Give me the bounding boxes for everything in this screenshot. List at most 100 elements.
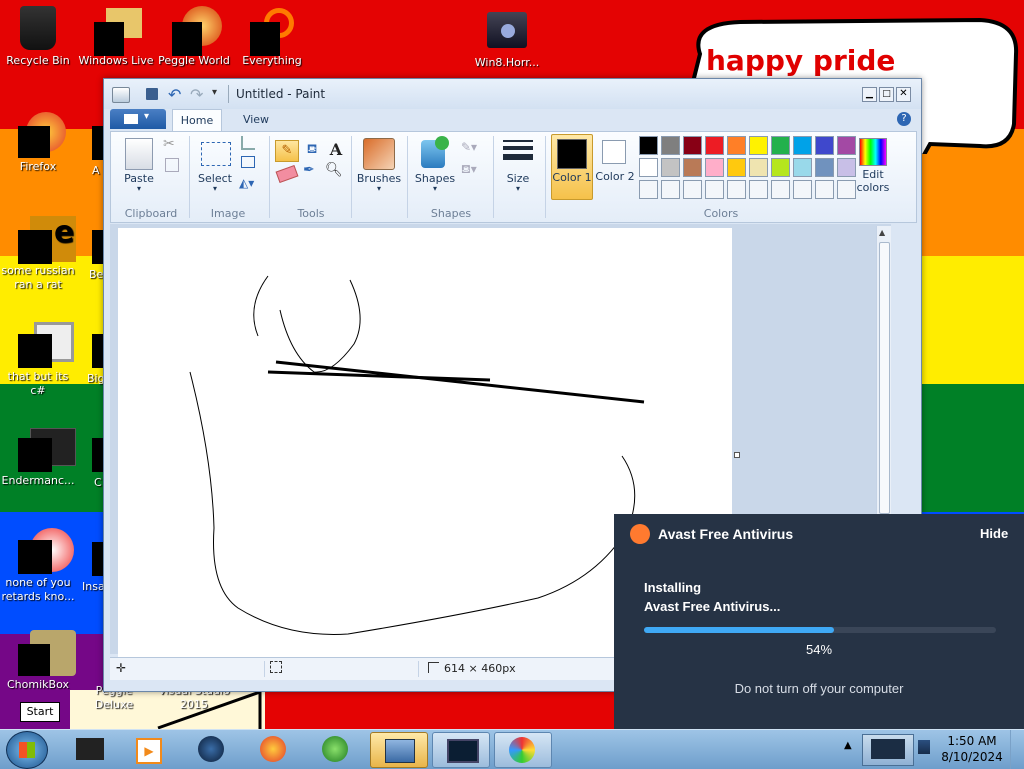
selection-size-icon [270, 661, 282, 673]
crop-icon[interactable] [241, 136, 255, 150]
palette-swatch[interactable] [727, 136, 746, 155]
palette-swatch[interactable] [771, 158, 790, 177]
palette-swatch[interactable] [639, 180, 658, 199]
taskbar-globe[interactable] [184, 732, 240, 766]
partial-label: Be [89, 268, 104, 281]
redo-icon[interactable]: ↷ [190, 85, 203, 104]
taskbar-monitor[interactable] [432, 732, 490, 768]
palette-swatch[interactable] [639, 158, 658, 177]
tab-view[interactable]: View [232, 109, 280, 131]
save-icon[interactable] [146, 88, 158, 100]
windows-live-icon[interactable]: Windows Live [78, 6, 154, 68]
palette-swatch[interactable] [661, 158, 680, 177]
rotate-icon[interactable]: ◭▾ [239, 176, 254, 190]
magnifier-icon[interactable]: 🔍︎ [325, 162, 343, 178]
shapes-button[interactable]: Shapes ▾ [413, 136, 457, 198]
palette-swatch[interactable] [683, 158, 702, 177]
resize-icon[interactable] [241, 156, 255, 168]
russian-rat-icon[interactable]: e some russian ran a rat [0, 216, 76, 292]
taskbar-download-manager[interactable] [308, 732, 364, 766]
palette-swatch[interactable] [749, 136, 768, 155]
tray-expand-icon[interactable]: ▲ [844, 740, 852, 751]
palette-swatch[interactable] [837, 136, 856, 155]
palette-swatch[interactable] [793, 180, 812, 199]
show-desktop-button[interactable] [1010, 730, 1024, 769]
avast-hide-button[interactable]: Hide [980, 526, 1008, 541]
outline-icon[interactable]: ✎▾ [461, 140, 477, 154]
taskbar-media-player[interactable]: ▶ [120, 732, 176, 766]
palette-swatch[interactable] [771, 180, 790, 199]
palette-swatch[interactable] [815, 158, 834, 177]
palette-swatch[interactable] [815, 136, 834, 155]
palette-swatch[interactable] [705, 158, 724, 177]
cut-icon[interactable]: ✂ [163, 136, 175, 152]
none-of-you-icon[interactable]: none of you retards kno... [0, 528, 76, 604]
avast-notification[interactable]: Avast Free Antivirus Hide Installing Ava… [614, 514, 1024, 729]
text-tool-icon[interactable]: A [325, 140, 347, 160]
size-button[interactable]: Size ▾ [497, 136, 539, 198]
palette-swatch[interactable] [749, 180, 768, 199]
palette-swatch[interactable] [661, 180, 680, 199]
paint-menu-button[interactable]: ▾ [110, 109, 166, 129]
palette-swatch[interactable] [683, 180, 702, 199]
peggle-world-icon[interactable]: Peggle World [156, 6, 232, 68]
clock-date[interactable]: 8/10/2024 [940, 750, 1004, 764]
taskbar-app-black[interactable] [62, 732, 118, 766]
chomikbox-icon[interactable]: ChomikBox [0, 630, 76, 692]
taskbar-firefox[interactable] [246, 732, 302, 766]
palette-swatch[interactable] [727, 180, 746, 199]
maximize-button[interactable]: □ [879, 87, 894, 102]
undo-icon[interactable]: ↶ [168, 85, 181, 104]
vertical-scrollbar[interactable]: ▲ [876, 226, 891, 516]
color2-button[interactable]: Color 2 [595, 134, 635, 198]
copy-icon[interactable] [165, 158, 179, 172]
tab-home[interactable]: Home [172, 109, 222, 132]
palette-swatch[interactable] [727, 158, 746, 177]
palette-swatch[interactable] [705, 180, 724, 199]
minimize-button[interactable]: ▁ [862, 87, 877, 102]
paint-app-icon[interactable] [112, 87, 130, 103]
help-icon[interactable]: ? [897, 112, 911, 126]
palette-swatch[interactable] [639, 136, 658, 155]
edit-colors-button[interactable]: Edit colors [855, 136, 891, 198]
canvas-resize-handle[interactable] [734, 452, 740, 458]
palette-swatch[interactable] [771, 136, 790, 155]
close-button[interactable]: ✕ [896, 87, 911, 102]
tray-app-icon[interactable] [862, 734, 914, 766]
taskbar-paint[interactable] [494, 732, 552, 768]
start-label[interactable]: Start [20, 702, 60, 722]
csharp-icon[interactable]: that but its c# [0, 322, 76, 398]
eraser-tool-icon[interactable] [275, 164, 299, 184]
palette-swatch[interactable] [683, 136, 702, 155]
quick-access-dropdown-icon[interactable]: ▾ [212, 87, 217, 98]
brushes-button[interactable]: Brushes ▾ [357, 136, 401, 198]
scrollbar-thumb[interactable] [879, 242, 890, 514]
fill-tool-icon[interactable]: ⛾ [301, 140, 323, 160]
paste-button[interactable]: Paste ▾ [119, 136, 159, 198]
color-picker-icon[interactable]: ✒ [303, 162, 315, 178]
select-button[interactable]: Select ▾ [195, 136, 235, 198]
color1-button[interactable]: Color 1 [551, 134, 593, 200]
palette-swatch[interactable] [661, 136, 680, 155]
everything-icon[interactable]: Everything [234, 6, 310, 68]
network-icon[interactable] [918, 740, 930, 754]
palette-swatch[interactable] [815, 180, 834, 199]
palette-swatch[interactable] [749, 158, 768, 177]
start-button[interactable] [6, 731, 48, 769]
win8-horror-icon[interactable]: Win8.Horr... [469, 12, 545, 70]
pencil-tool-icon[interactable]: ✎ [275, 140, 299, 162]
recycle-bin-icon[interactable]: Recycle Bin [0, 6, 76, 68]
taskbar-explorer[interactable] [370, 732, 428, 768]
cursor-position-icon: ✛ [116, 661, 127, 675]
palette-swatch[interactable] [705, 136, 724, 155]
shape-fill-icon[interactable]: ⛾▾ [461, 162, 477, 178]
brush-icon [363, 138, 395, 170]
clock-time[interactable]: 1:50 AM [940, 734, 1004, 748]
scroll-up-icon[interactable]: ▲ [879, 228, 885, 237]
paint-titlebar[interactable]: ↶ ↷ ▾ Untitled - Paint ▁ □ ✕ [104, 79, 921, 109]
tools-group-label: Tools [297, 207, 325, 220]
endermanch-icon[interactable]: Endermanc... [0, 426, 76, 488]
palette-swatch[interactable] [793, 158, 812, 177]
firefox-icon[interactable]: Firefox [0, 112, 76, 174]
palette-swatch[interactable] [793, 136, 812, 155]
